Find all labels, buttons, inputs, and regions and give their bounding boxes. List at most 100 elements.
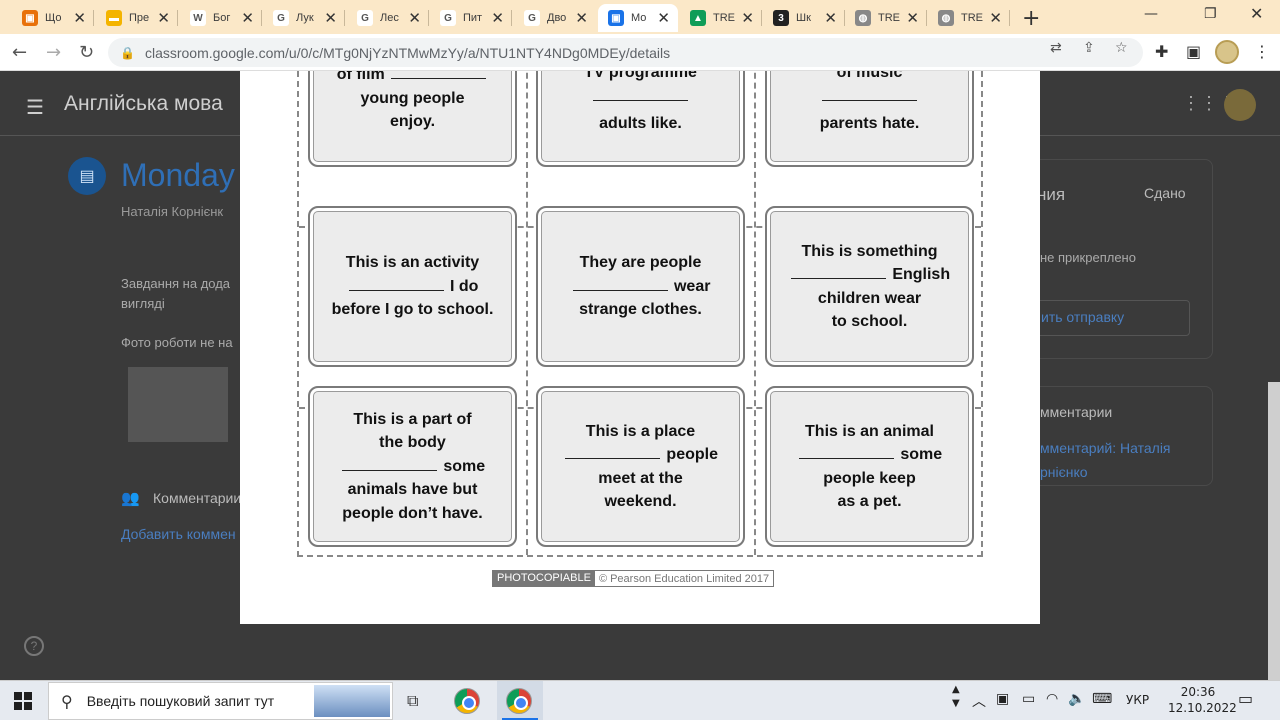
tab-close-icon[interactable]: ✕ xyxy=(741,9,754,27)
add-private-comment-link[interactable]: мментарий: Наталія рнієнко xyxy=(1040,436,1190,484)
wifi-icon[interactable]: ◠ xyxy=(1046,691,1058,707)
tab-close-icon[interactable]: ✕ xyxy=(575,9,588,27)
chrome-profile-icon[interactable] xyxy=(506,688,532,714)
tab-favicon-icon: ▬ xyxy=(106,10,122,26)
hamburger-menu-icon[interactable]: ☰ xyxy=(26,95,44,120)
add-class-comment-link[interactable]: Добавить коммен xyxy=(121,526,236,542)
course-title[interactable]: Англійська мова xyxy=(64,92,223,116)
browser-tab[interactable]: 3 Шк ✕ xyxy=(763,4,845,32)
new-tab-button[interactable]: + xyxy=(1022,6,1040,31)
back-arrow-icon[interactable]: ← xyxy=(12,42,27,63)
task-view-icon[interactable]: ⧉ xyxy=(407,691,418,711)
page-scrollbar[interactable] xyxy=(1268,382,1280,680)
worksheet: This is a kindof film young peopleenjoy.… xyxy=(297,71,983,557)
profile-avatar[interactable] xyxy=(1215,40,1239,64)
tab-separator xyxy=(177,10,178,26)
photocopiable-badge: PHOTOCOPIABLE xyxy=(493,571,595,586)
fill-in-blank xyxy=(341,460,437,471)
maximize-icon[interactable]: ❐ xyxy=(1204,6,1217,22)
browser-tab[interactable]: ▲ TRE ✕ xyxy=(680,4,762,32)
tab-close-icon[interactable]: ✕ xyxy=(73,9,86,27)
battery-icon[interactable]: ▭ xyxy=(1022,691,1035,707)
extensions-icon[interactable]: ✚ xyxy=(1155,42,1168,61)
browser-tab[interactable]: ▣ Що ✕ xyxy=(12,4,94,32)
tab-title: Бог xyxy=(213,12,231,24)
worksheet-card: This is a place people meet at the weekend… xyxy=(536,386,745,547)
cut-line xyxy=(526,71,528,555)
class-comments-heading: Комментарии xyxy=(153,490,242,506)
close-window-icon[interactable]: ✕ xyxy=(1250,4,1263,23)
volume-icon[interactable]: 🔈 xyxy=(1068,691,1085,707)
tab-close-icon[interactable]: ✕ xyxy=(824,9,837,27)
browser-tab[interactable]: ◍ TRE ✕ xyxy=(928,4,1010,32)
cancel-submission-button[interactable]: ить отправку xyxy=(1030,300,1190,336)
tab-close-icon[interactable]: ✕ xyxy=(241,9,254,27)
windows-start-icon[interactable] xyxy=(14,692,32,710)
worksheet-card: This is an animal some people keep as a pe… xyxy=(765,386,974,547)
menu-kebab-icon[interactable]: ⋮ xyxy=(1254,42,1270,61)
tab-favicon-icon: 3 xyxy=(773,10,789,26)
tab-close-icon[interactable]: ✕ xyxy=(906,9,919,27)
card-line: enjoy. xyxy=(389,113,436,130)
share-icon[interactable]: ⇪ xyxy=(1083,40,1095,56)
tab-title: Дво xyxy=(547,12,567,24)
scroll-arrows-icon[interactable]: ▲ ▼ xyxy=(952,683,960,711)
translate-icon[interactable]: ⇄ xyxy=(1050,40,1062,56)
tab-close-icon[interactable]: ✕ xyxy=(157,9,170,27)
keyboard-icon[interactable]: ⌨ xyxy=(1092,691,1112,707)
tab-close-icon[interactable]: ✕ xyxy=(657,9,670,27)
taskbar-search[interactable]: ⚲ Введіть пошуковий запит тут xyxy=(48,682,393,720)
tab-favicon-icon: ◍ xyxy=(855,10,871,26)
network-monitor-icon[interactable]: ▣ xyxy=(996,691,1009,707)
browser-tab[interactable]: G Пит ✕ xyxy=(430,4,512,32)
card-line: strange clothes. xyxy=(579,301,702,319)
browser-tab[interactable]: G Дво ✕ xyxy=(514,4,596,32)
tray-chevron-icon[interactable]: ︿ xyxy=(972,691,986,711)
browser-tab[interactable]: G Лес ✕ xyxy=(347,4,429,32)
browser-tab[interactable]: W Бог ✕ xyxy=(180,4,262,32)
card-line: the body xyxy=(379,434,446,452)
side-panel-icon[interactable]: ▣ xyxy=(1186,42,1201,61)
tab-close-icon[interactable]: ✕ xyxy=(324,9,337,27)
card-line xyxy=(593,85,688,113)
url-text[interactable]: classroom.google.com/u/0/c/MTg0NjYzNTMwM… xyxy=(145,45,670,61)
tab-title: Пре xyxy=(129,12,150,24)
clock[interactable]: 20:36 12.10.2022 xyxy=(1168,684,1237,716)
forward-arrow-icon[interactable]: → xyxy=(46,42,61,63)
tab-title: Мо xyxy=(631,12,647,24)
tab-close-icon[interactable]: ✕ xyxy=(491,9,504,27)
tab-separator xyxy=(261,10,262,26)
tab-close-icon[interactable]: ✕ xyxy=(989,9,1002,27)
tab-separator xyxy=(761,10,762,26)
tab-title: TRE xyxy=(878,12,900,24)
browser-tab[interactable]: G Лук ✕ xyxy=(263,4,345,32)
tab-title: Пит xyxy=(463,12,483,24)
card-line: people xyxy=(563,443,718,467)
tab-close-icon[interactable]: ✕ xyxy=(408,9,421,27)
tab-title: TRE xyxy=(961,12,983,24)
card-line: children wear xyxy=(817,289,922,307)
browser-tab[interactable]: ▬ Пре ✕ xyxy=(96,4,178,32)
bookmark-star-icon[interactable]: ☆ xyxy=(1115,40,1128,56)
tab-favicon-icon: W xyxy=(190,10,206,26)
assignment-icon: ▤ xyxy=(68,157,106,195)
fill-in-blank xyxy=(391,71,487,79)
browser-tab[interactable]: ◍ TRE ✕ xyxy=(845,4,927,32)
reload-icon[interactable]: ↻ xyxy=(79,42,94,63)
worksheet-card: This is an activity I do before I go to s… xyxy=(308,206,517,367)
notifications-icon[interactable]: ▭ xyxy=(1238,689,1253,708)
attachment-thumbnail[interactable] xyxy=(128,367,228,442)
worksheet-card: This is something English children wear to… xyxy=(765,206,974,367)
card-line: some xyxy=(340,455,485,479)
input-language[interactable]: УКР xyxy=(1126,693,1149,707)
address-bar[interactable]: 🔒 classroom.google.com/u/0/c/MTg0NjYzNTM… xyxy=(108,38,1143,67)
card-line: some xyxy=(797,443,942,467)
chrome-icon[interactable] xyxy=(454,688,480,714)
help-icon[interactable]: ? xyxy=(24,636,44,656)
taskbar-search-placeholder[interactable]: Введіть пошуковий запит тут xyxy=(87,693,275,709)
fill-in-blank xyxy=(822,90,917,101)
your-work-heading: ния xyxy=(1037,185,1066,204)
minimize-icon[interactable]: — xyxy=(1144,6,1158,22)
browser-tab[interactable]: ▣ Мо ✕ xyxy=(598,4,678,32)
user-avatar[interactable] xyxy=(1224,89,1256,121)
